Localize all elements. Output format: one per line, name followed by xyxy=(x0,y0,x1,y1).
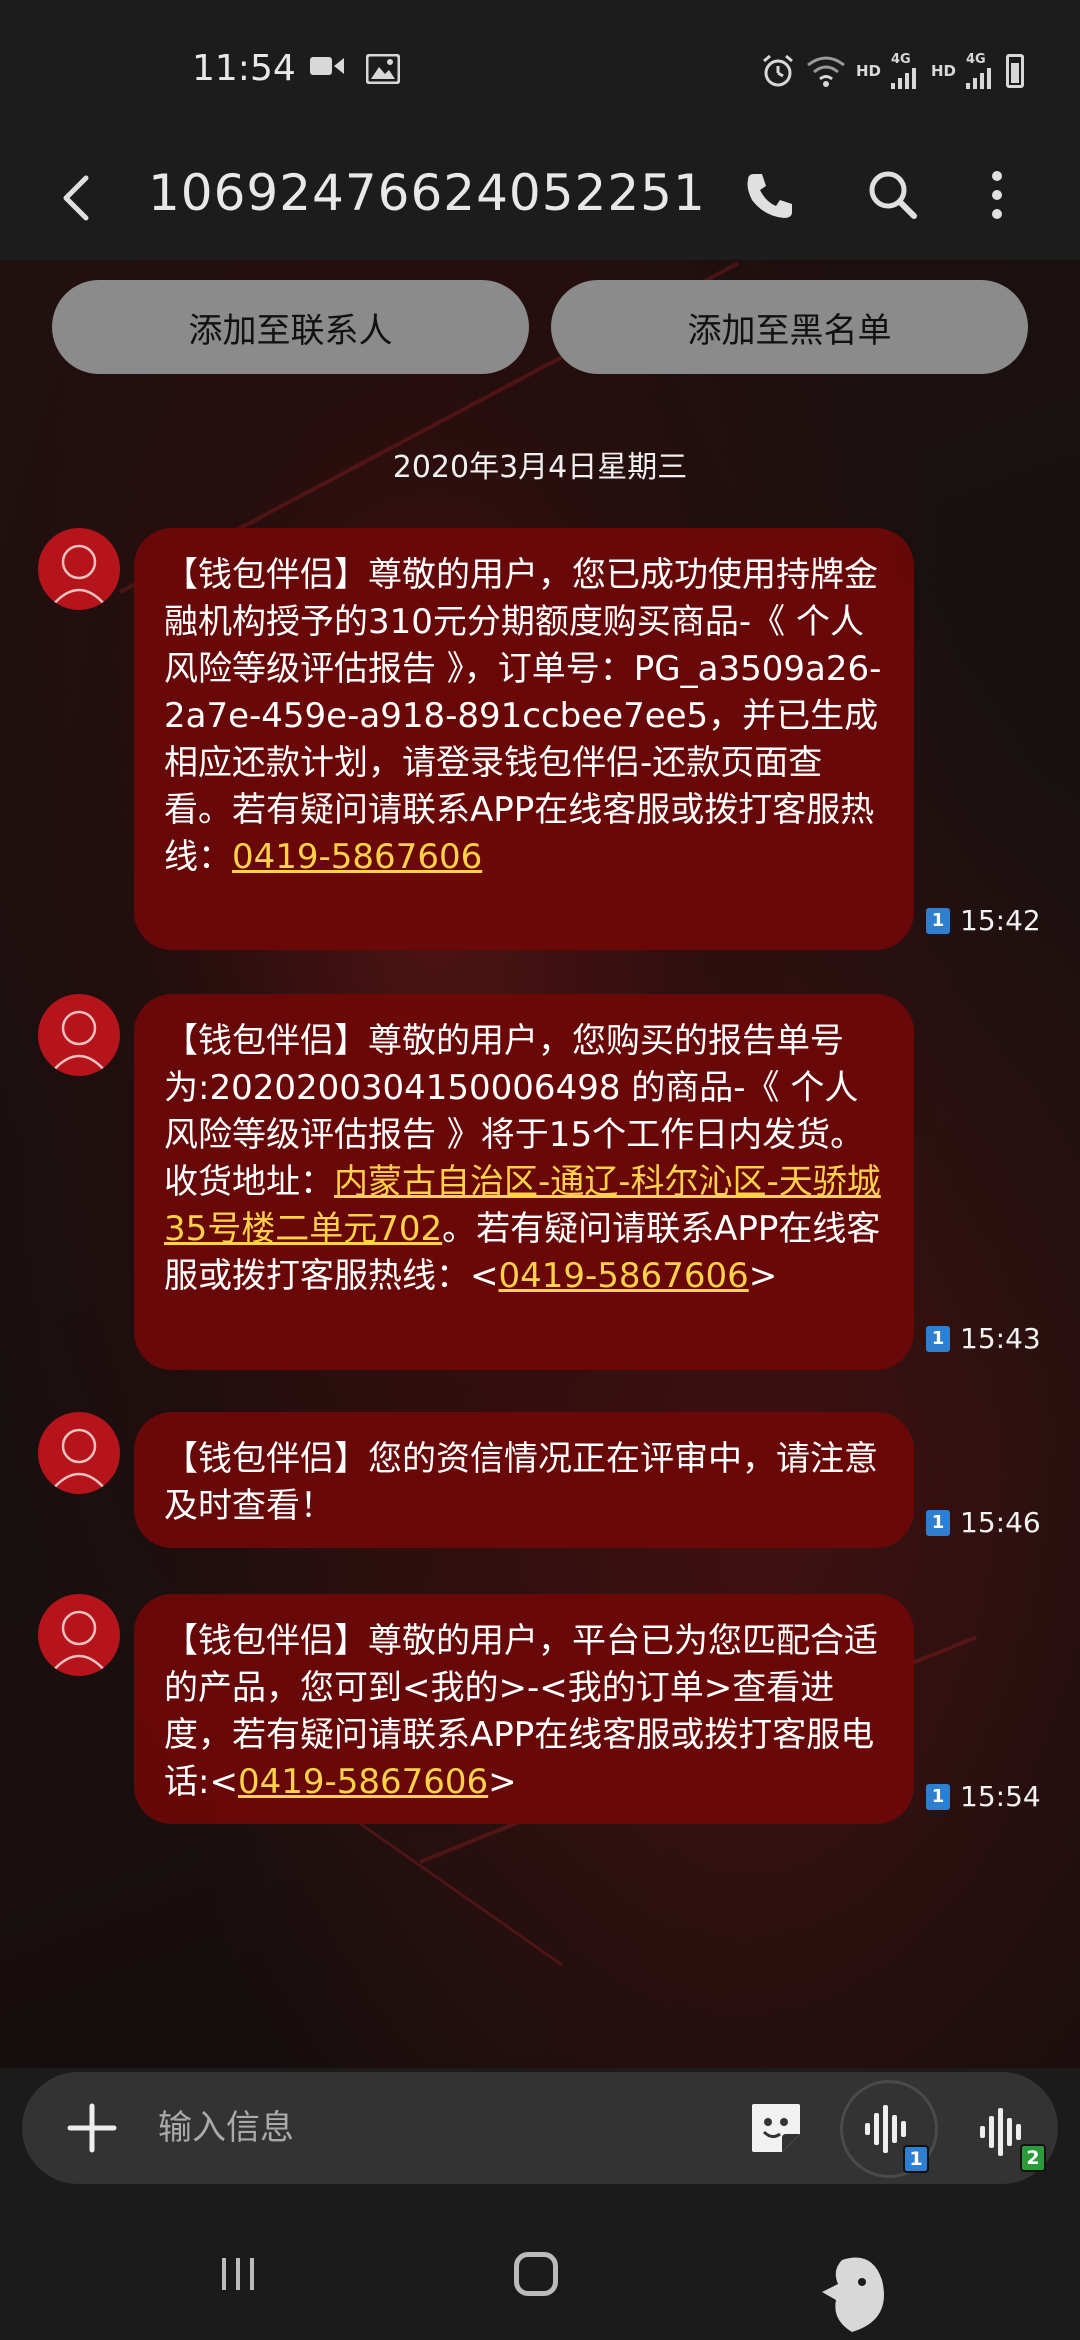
sim2-badge: 2 xyxy=(1020,2144,1046,2172)
message-meta: 1 15:43 xyxy=(926,1322,1041,1355)
message-time: 15:42 xyxy=(960,904,1041,937)
sticker-button[interactable] xyxy=(748,2100,804,2156)
signal-4g-icon: 4G xyxy=(890,52,921,89)
person-icon xyxy=(51,544,107,607)
avatar[interactable] xyxy=(38,1594,120,1676)
status-left-icons xyxy=(310,54,400,84)
voice-record-sim1-button[interactable]: 1 xyxy=(840,2080,938,2178)
message-bubble[interactable]: 【钱包伴侣】尊敬的用户，平台已为您匹配合适的产品，您可到<我的>-<我的订单>查… xyxy=(134,1594,914,1824)
back-gesture-button[interactable] xyxy=(812,2240,902,2340)
sim-badge: 1 xyxy=(926,1325,950,1352)
navigation-bar xyxy=(0,2210,1080,2340)
more-icon xyxy=(992,171,1002,219)
sim1-badge: 1 xyxy=(903,2145,929,2173)
add-to-contacts-button[interactable]: 添加至联系人 xyxy=(52,280,529,374)
avatar[interactable] xyxy=(38,994,120,1076)
message-text: 【钱包伴侣】尊敬的用户，您已成功使用持牌金融机构授予的310元分期额度购买商品-… xyxy=(164,555,882,877)
message-meta: 1 15:42 xyxy=(926,904,1041,937)
person-icon xyxy=(51,1428,107,1491)
home-button[interactable] xyxy=(514,2252,558,2296)
message-bubble[interactable]: 【钱包伴侣】尊敬的用户，您已成功使用持牌金融机构授予的310元分期额度购买商品-… xyxy=(134,528,914,950)
composer: 1 2 xyxy=(0,2068,1080,2210)
attach-button[interactable] xyxy=(62,2098,122,2158)
message-meta: 1 15:46 xyxy=(926,1506,1041,1539)
signal-4g-icon: 4G xyxy=(966,52,996,89)
status-right-icons: HD 4G HD 4G xyxy=(760,52,1024,89)
back-gesture-icon xyxy=(822,2257,884,2332)
hd-label: HD xyxy=(930,61,956,80)
message-text: > xyxy=(488,1762,517,1802)
status-time: 11:54 xyxy=(192,48,296,89)
message-text: > xyxy=(748,1256,778,1296)
phone-link[interactable]: 0419-5867606 xyxy=(238,1762,488,1802)
message-bubble[interactable]: 【钱包伴侣】您的资信情况正在评审中，请注意及时查看！ xyxy=(134,1412,914,1548)
more-options-button[interactable] xyxy=(972,160,1022,230)
quick-actions: 添加至联系人 添加至黑名单 xyxy=(52,280,1028,374)
person-icon xyxy=(51,1010,107,1073)
search-button[interactable] xyxy=(858,160,928,230)
composer-pill: 1 2 xyxy=(22,2072,1058,2184)
conversation-title: 10692476624052251 xyxy=(148,164,706,222)
message-input[interactable] xyxy=(158,2102,718,2154)
image-icon xyxy=(366,54,400,84)
phone-link[interactable]: 0419-5867606 xyxy=(499,1256,749,1296)
back-icon xyxy=(63,175,89,221)
voice-record-sim2-button[interactable]: 2 xyxy=(964,2092,1046,2172)
message-time: 15:54 xyxy=(960,1780,1041,1813)
recents-button[interactable] xyxy=(218,2254,258,2294)
add-to-blacklist-button[interactable]: 添加至黑名单 xyxy=(551,280,1028,374)
date-header: 2020年3月4日星期三 xyxy=(392,450,688,485)
app-bar: 10692476624052251 xyxy=(0,140,1080,260)
conversation-area[interactable]: 添加至联系人 添加至黑名单 2020年3月4日星期三 【钱包伴侣】尊敬的用户，您… xyxy=(0,260,1080,2068)
alarm-icon xyxy=(763,54,793,86)
message-text: 【钱包伴侣】您的资信情况正在评审中，请注意及时查看！ xyxy=(164,1439,878,1526)
message-time: 15:43 xyxy=(960,1322,1041,1355)
sticker-icon xyxy=(752,2104,800,2152)
sim-badge: 1 xyxy=(926,1783,950,1810)
status-bar: 11:54 HD 4G HD 4G xyxy=(0,0,1080,140)
avatar[interactable] xyxy=(38,528,120,610)
message-meta: 1 15:54 xyxy=(926,1780,1041,1813)
message-bubble[interactable]: 【钱包伴侣】尊敬的用户，您购买的报告单号为:202020030415000​64… xyxy=(134,994,914,1370)
hd-label: HD xyxy=(855,61,881,80)
video-icon xyxy=(310,57,344,75)
back-button[interactable] xyxy=(44,162,114,232)
battery-icon xyxy=(1006,53,1024,88)
phone-link[interactable]: 0419-5867606 xyxy=(232,837,482,877)
phone-icon xyxy=(747,174,792,218)
message-time: 15:46 xyxy=(960,1506,1041,1539)
plus-icon xyxy=(67,2103,117,2153)
call-button[interactable] xyxy=(734,160,804,230)
recents-icon xyxy=(222,2258,254,2290)
avatar[interactable] xyxy=(38,1412,120,1494)
wifi-icon xyxy=(807,56,845,87)
sim-badge: 1 xyxy=(926,907,950,934)
sim-badge: 1 xyxy=(926,1509,950,1536)
person-icon xyxy=(51,1610,107,1673)
search-icon xyxy=(869,171,917,219)
